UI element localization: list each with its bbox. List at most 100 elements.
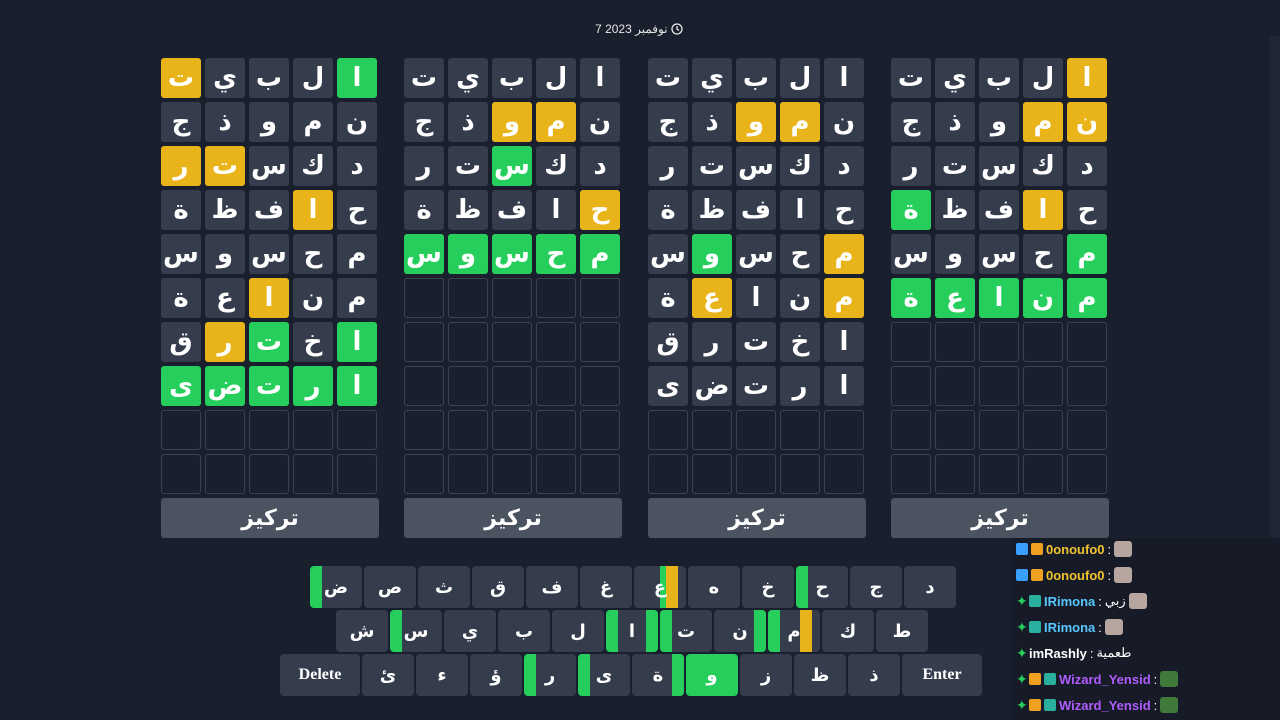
letter-key[interactable]: ص bbox=[364, 566, 416, 608]
letter-key[interactable]: ل bbox=[552, 610, 604, 652]
letter-tile: م bbox=[780, 102, 820, 142]
letter-tile: ة bbox=[161, 278, 201, 318]
yellow-indicator bbox=[800, 610, 812, 652]
letter-key[interactable]: خ bbox=[742, 566, 794, 608]
letter-grid: تيبلاجذومنرتسكدةظفاحسوسحم bbox=[404, 58, 622, 494]
letter-key[interactable]: ف bbox=[526, 566, 578, 608]
letter-key[interactable]: ق bbox=[472, 566, 524, 608]
letter-tile: ن bbox=[780, 278, 820, 318]
letter-tile: س bbox=[736, 234, 776, 274]
letter-tile: ب bbox=[736, 58, 776, 98]
chat-username[interactable]: IRimona bbox=[1044, 620, 1095, 635]
letter-key[interactable]: ض bbox=[310, 566, 362, 608]
letter-key[interactable]: ط bbox=[876, 610, 928, 652]
empty-tile bbox=[404, 454, 444, 494]
letter-key[interactable]: ت bbox=[660, 610, 712, 652]
letter-key[interactable]: ظ bbox=[794, 654, 846, 696]
letter-key[interactable]: س bbox=[390, 610, 442, 652]
letter-tile: ظ bbox=[692, 190, 732, 230]
letter-key[interactable]: ح bbox=[796, 566, 848, 608]
letter-key[interactable]: غ bbox=[580, 566, 632, 608]
emote-icon bbox=[1104, 619, 1123, 635]
letter-tile: ة bbox=[161, 190, 201, 230]
letter-key[interactable]: ك bbox=[822, 610, 874, 652]
green-indicator bbox=[660, 610, 672, 652]
letter-key[interactable]: ئ bbox=[362, 654, 414, 696]
letter-tile: ذ bbox=[205, 102, 245, 142]
enter-key[interactable]: Enter bbox=[902, 654, 982, 696]
focus-button[interactable]: تركيز bbox=[891, 498, 1109, 538]
letter-key[interactable]: و bbox=[686, 654, 738, 696]
key-label: Enter bbox=[922, 666, 962, 683]
empty-tile bbox=[161, 454, 201, 494]
focus-button[interactable]: تركيز bbox=[648, 498, 866, 538]
letter-key[interactable]: ه bbox=[688, 566, 740, 608]
chat-username[interactable]: 0onoufo0 bbox=[1046, 542, 1105, 557]
letter-key[interactable]: ؤ bbox=[470, 654, 522, 696]
letter-key[interactable]: ي bbox=[444, 610, 496, 652]
letter-key[interactable]: ر bbox=[524, 654, 576, 696]
green-indicator bbox=[768, 610, 780, 652]
chat-username[interactable]: Wizard_Yensid bbox=[1059, 672, 1151, 687]
letter-key[interactable]: ش bbox=[336, 610, 388, 652]
letter-key[interactable]: ذ bbox=[848, 654, 900, 696]
letter-tile: ر bbox=[205, 322, 245, 362]
focus-button[interactable]: تركيز bbox=[404, 498, 622, 538]
letter-tile: ا bbox=[1067, 58, 1107, 98]
letter-tile: ك bbox=[293, 146, 333, 186]
yellow-indicator bbox=[666, 566, 678, 608]
letter-tile: ي bbox=[692, 58, 732, 98]
letter-tile: ق bbox=[648, 322, 688, 362]
key-label: ت bbox=[676, 620, 696, 642]
letter-tile: ا bbox=[293, 190, 333, 230]
letter-tile: ح bbox=[580, 190, 620, 230]
green-indicator bbox=[606, 610, 618, 652]
letter-tile: ح bbox=[780, 234, 820, 274]
letter-tile: ت bbox=[249, 322, 289, 362]
delete-key[interactable]: Delete bbox=[280, 654, 360, 696]
empty-tile bbox=[404, 322, 444, 362]
letter-key[interactable]: م bbox=[768, 610, 820, 652]
letter-tile: م bbox=[337, 234, 377, 274]
empty-tile bbox=[337, 410, 377, 450]
letter-key[interactable]: ع bbox=[634, 566, 686, 608]
letter-tile: ي bbox=[205, 58, 245, 98]
letter-key[interactable]: ى bbox=[578, 654, 630, 696]
letter-key[interactable]: ز bbox=[740, 654, 792, 696]
focus-button[interactable]: تركيز bbox=[161, 498, 379, 538]
letter-tile: س bbox=[492, 234, 532, 274]
letter-key[interactable]: ن bbox=[714, 610, 766, 652]
letter-key[interactable]: ب bbox=[498, 610, 550, 652]
green-indicator bbox=[646, 610, 658, 652]
green-indicator bbox=[796, 566, 808, 608]
letter-tile: ب bbox=[979, 58, 1019, 98]
letter-tile: د bbox=[824, 146, 864, 186]
letter-tile: س bbox=[161, 234, 201, 274]
letter-key[interactable]: د bbox=[904, 566, 956, 608]
badge-icon bbox=[1029, 595, 1041, 607]
key-label: ب bbox=[514, 620, 534, 642]
letter-tile: ة bbox=[891, 190, 931, 230]
chat-username[interactable]: 0onoufo0 bbox=[1046, 568, 1105, 583]
clock-icon bbox=[671, 23, 683, 35]
emote-icon bbox=[1128, 593, 1147, 609]
empty-tile bbox=[979, 366, 1019, 406]
letter-tile: م bbox=[1067, 278, 1107, 318]
chat-username[interactable]: Wizard_Yensid bbox=[1059, 698, 1151, 713]
letter-key[interactable]: ج bbox=[850, 566, 902, 608]
letter-tile: ف bbox=[249, 190, 289, 230]
letter-tile: ل bbox=[293, 58, 333, 98]
letter-tile: ي bbox=[448, 58, 488, 98]
chat-separator: : bbox=[1153, 671, 1158, 687]
letter-key[interactable]: ء bbox=[416, 654, 468, 696]
chat-username[interactable]: imRashly bbox=[1029, 646, 1087, 661]
letter-key[interactable]: ث bbox=[418, 566, 470, 608]
letter-key[interactable]: ا bbox=[606, 610, 658, 652]
letter-key[interactable]: ة bbox=[632, 654, 684, 696]
chat-username[interactable]: IRimona bbox=[1044, 594, 1095, 609]
letter-tile: ن bbox=[580, 102, 620, 142]
letter-tile: ن bbox=[824, 102, 864, 142]
letter-tile: ت bbox=[448, 146, 488, 186]
key-label: ج bbox=[869, 576, 883, 598]
key-label: ث bbox=[434, 576, 454, 598]
